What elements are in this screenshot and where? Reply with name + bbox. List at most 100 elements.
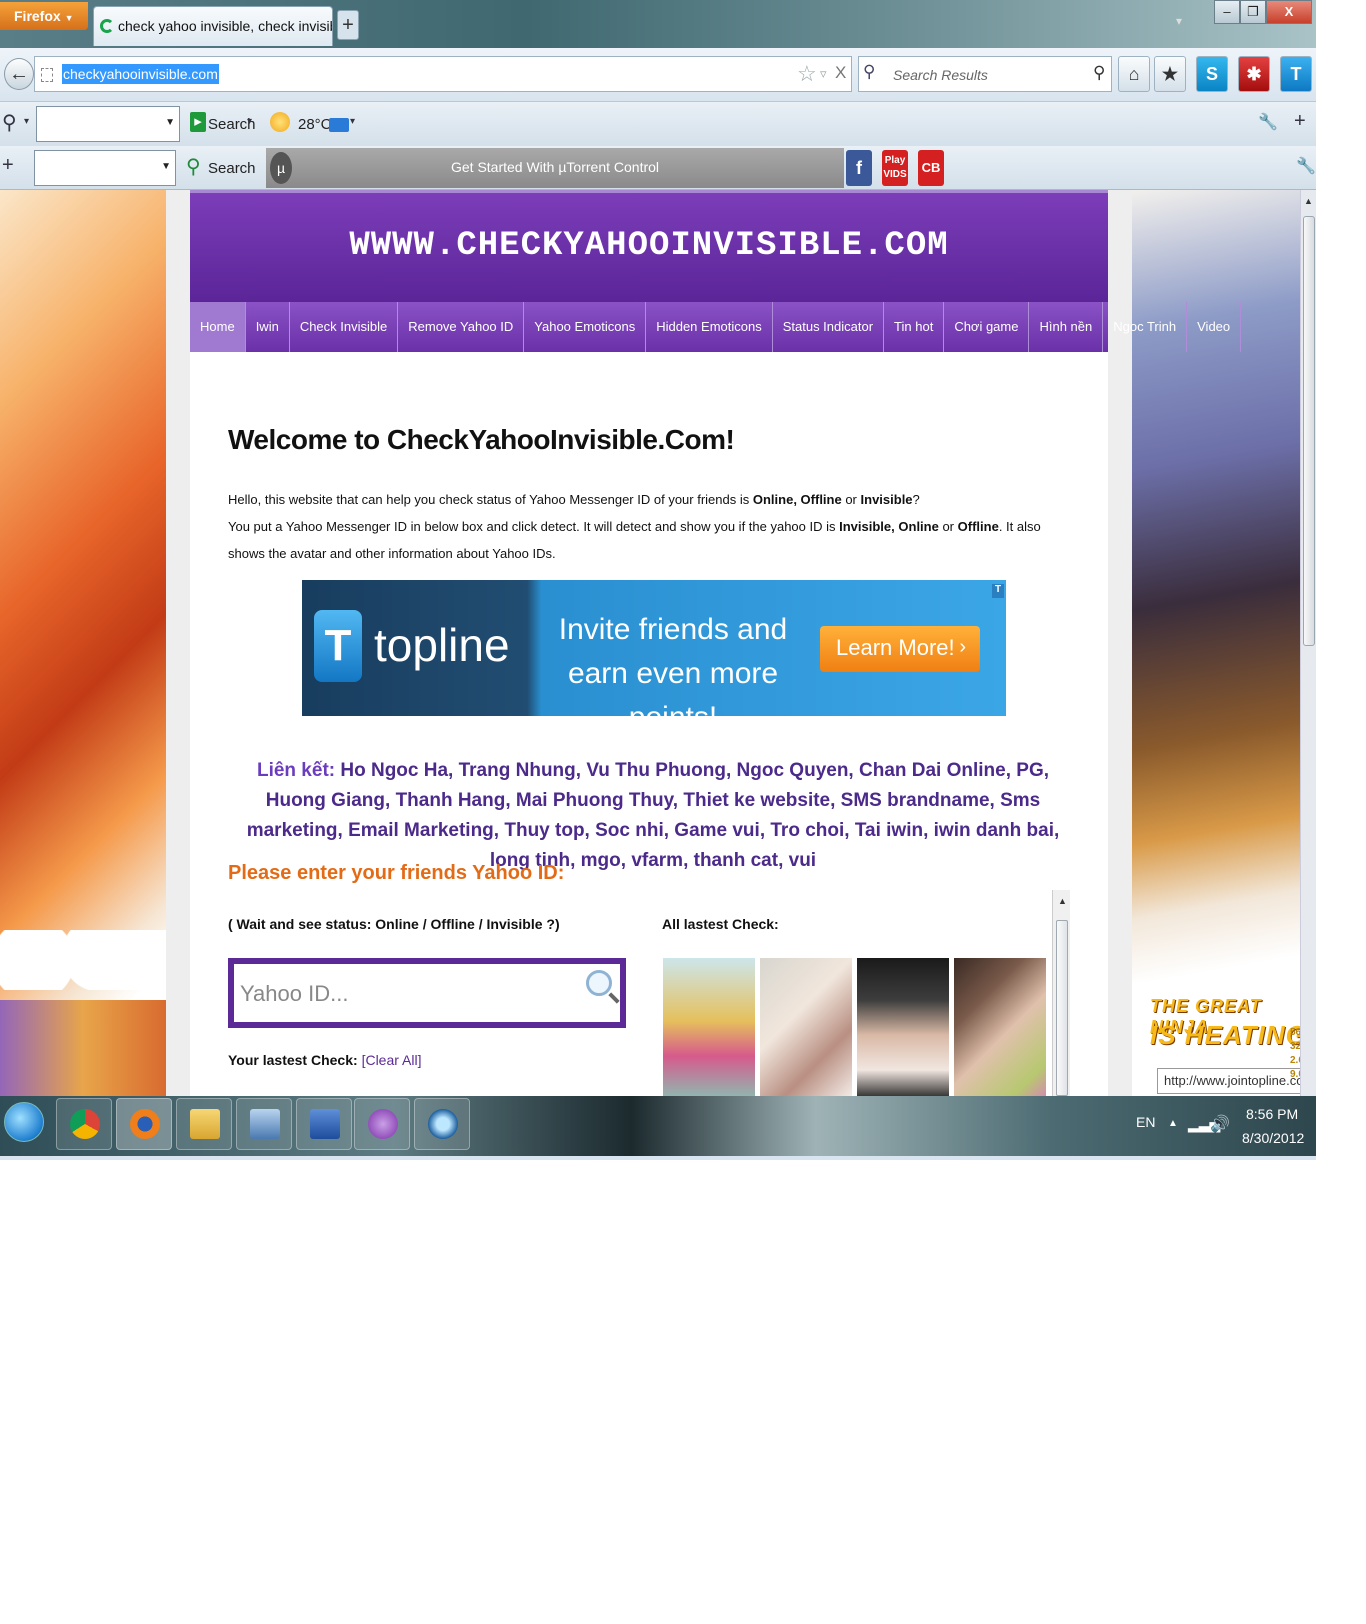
toolbar1-add-icon[interactable]: + xyxy=(1294,110,1306,133)
play-vids-icon[interactable]: Play VIDS xyxy=(882,150,908,186)
minimize-button[interactable]: – xyxy=(1214,0,1240,24)
taskbar-chrome[interactable] xyxy=(56,1098,112,1150)
nav-home[interactable]: Home xyxy=(190,302,246,352)
toolbar2-search-button[interactable]: Search xyxy=(208,160,256,177)
taskbar-remote-desktop[interactable] xyxy=(236,1098,292,1150)
latest-check-scrollbar[interactable]: ▲ xyxy=(1052,890,1070,1096)
stop-icon[interactable]: X xyxy=(835,63,846,83)
volume-icon[interactable]: 🔊 xyxy=(1210,1114,1230,1134)
search-engine-icon[interactable]: ⚲ xyxy=(863,62,875,82)
page-scrollbar[interactable]: ▲ xyxy=(1300,190,1316,1096)
yahoo-id-input[interactable] xyxy=(240,974,580,1014)
taskbar-yahoo-messenger[interactable] xyxy=(354,1098,410,1150)
avatar-thumbnail[interactable] xyxy=(663,958,755,1096)
language-indicator[interactable]: EN xyxy=(1136,1114,1155,1130)
toolbar2-add-icon[interactable]: + xyxy=(2,154,14,177)
bookmark-star-icon[interactable]: ☆ xyxy=(797,61,817,87)
utorrent-toolbar[interactable]: µ Get Started With µTorrent Control xyxy=(266,148,844,188)
folder-icon xyxy=(190,1109,220,1139)
utorrent-promo-text[interactable]: Get Started With µTorrent Control xyxy=(266,159,844,175)
facebook-icon[interactable]: f xyxy=(846,150,872,186)
nav-hinh-nen[interactable]: Hình nền xyxy=(1029,302,1104,352)
search-bar[interactable]: ⚲ Search Results ⚲ xyxy=(858,56,1112,92)
clock-time[interactable]: 8:56 PM xyxy=(1246,1106,1298,1122)
taskbar-media[interactable] xyxy=(414,1098,470,1150)
nav-hidden-emoticons[interactable]: Hidden Emoticons xyxy=(646,302,773,352)
toolbar-search-chevron-icon[interactable]: ▾ xyxy=(24,116,29,127)
nav-choi-game[interactable]: Chơi game xyxy=(944,302,1030,352)
computer-icon xyxy=(250,1109,280,1139)
clock-date[interactable]: 8/30/2012 xyxy=(1242,1130,1304,1146)
toolbar2-wrench-icon[interactable]: 🔧 xyxy=(1296,156,1316,176)
search-options-chevron-icon[interactable]: ▾ xyxy=(247,116,252,127)
yahoo-id-box[interactable] xyxy=(228,958,626,1028)
scroll-up-icon[interactable]: ▲ xyxy=(1058,896,1067,906)
scroll-up-icon[interactable]: ▲ xyxy=(1304,196,1313,206)
detect-search-icon[interactable] xyxy=(586,970,612,996)
nav-remove-yahoo-id[interactable]: Remove Yahoo ID xyxy=(398,302,525,352)
mail-chevron-icon[interactable]: ▾ xyxy=(350,116,355,127)
left-skin-clouds xyxy=(0,930,166,990)
new-tab-button[interactable]: + xyxy=(337,10,359,40)
red-addon-button[interactable]: ✱ xyxy=(1238,56,1270,92)
bookmarks-button[interactable]: ★ xyxy=(1154,56,1186,92)
history-dropdown-icon[interactable]: ▿ xyxy=(820,66,827,82)
left-skin-characters[interactable] xyxy=(0,1000,166,1096)
nav-video[interactable]: Video xyxy=(1187,302,1242,352)
your-latest-check: Your lastest Check: [Clear All] xyxy=(228,1052,421,1068)
back-button[interactable]: ← xyxy=(4,58,34,90)
links-list[interactable]: Ho Ngoc Ha, Trang Nhung, Vu Thu Phuong, … xyxy=(247,760,1060,871)
ninja-ad-title-line2[interactable]: IS HEATING xyxy=(1150,1020,1307,1051)
word-icon xyxy=(310,1109,340,1139)
scroll-thumb[interactable] xyxy=(1056,920,1068,1096)
taskbar-word[interactable] xyxy=(296,1098,352,1150)
tab-active[interactable]: check yahoo invisible, check invisible, … xyxy=(93,6,333,46)
cb-icon[interactable]: CB xyxy=(918,150,944,186)
firefox-menu-button[interactable]: Firefox ▼ xyxy=(0,2,88,30)
clear-all-link[interactable]: [Clear All] xyxy=(362,1052,422,1068)
topline-ad-banner[interactable]: T topline Invite friends and earn even m… xyxy=(302,580,1006,734)
avatar-thumbnail[interactable] xyxy=(760,958,852,1096)
scroll-thumb[interactable] xyxy=(1303,216,1315,646)
nav-ngoc-trinh[interactable]: Ngoc Trinh xyxy=(1103,302,1188,352)
taskbar-firefox[interactable] xyxy=(116,1098,172,1150)
learn-more-button[interactable]: Learn More! › xyxy=(820,626,980,672)
taskbar: EN ▲ ▂▃▅ 🔊 8:56 PM 8/30/2012 xyxy=(0,1096,1316,1156)
mail-icon[interactable] xyxy=(329,118,349,132)
search-go-icon[interactable]: ⚲ xyxy=(1093,63,1105,83)
site-identity-icon[interactable] xyxy=(41,68,53,82)
avatar-thumbnail[interactable] xyxy=(954,958,1046,1096)
url-text[interactable]: checkyahooinvisible.com xyxy=(62,64,219,84)
toolbar-search-icon[interactable]: ⚲ xyxy=(2,110,17,135)
toolbar2-search-icon[interactable]: ⚲ xyxy=(186,154,201,179)
avatar-thumbnail[interactable] xyxy=(857,958,949,1096)
topline-addon-button[interactable]: T xyxy=(1280,56,1312,92)
intro-offline: Offline xyxy=(957,519,999,534)
nav-check-invisible[interactable]: Check Invisible xyxy=(290,302,399,352)
nav-iwin[interactable]: Iwin xyxy=(246,302,290,352)
weather-sun-icon[interactable] xyxy=(270,112,290,132)
url-bar[interactable]: checkyahooinvisible.com ☆ ▿ X xyxy=(34,56,852,92)
nav-status-indicator[interactable]: Status Indicator xyxy=(773,302,885,352)
weather-temperature[interactable]: 28°C xyxy=(298,116,332,133)
nav-tin-hot[interactable]: Tin hot xyxy=(884,302,945,352)
toolbar2-search-field[interactable]: ▼ xyxy=(34,150,176,186)
tab-list-chevron-icon[interactable]: ▾ xyxy=(1176,14,1182,28)
toolbar1-search-field[interactable]: ▼ xyxy=(36,106,180,142)
toolbar1-wrench-icon[interactable]: 🔧 xyxy=(1258,112,1278,132)
start-button[interactable] xyxy=(4,1102,44,1142)
intro-end: ? xyxy=(912,492,920,507)
nav-yahoo-emoticons[interactable]: Yahoo Emoticons xyxy=(524,302,647,352)
close-window-button[interactable]: X xyxy=(1266,0,1312,24)
site-content: WWWW.CHECKYAHOOINVISIBLE.COM Home Iwin C… xyxy=(190,190,1242,1096)
home-button[interactable]: ⌂ xyxy=(1118,56,1150,92)
intro-online: Online xyxy=(752,492,794,507)
intro-text-segment: Hello, this website that can help you ch… xyxy=(228,492,753,507)
site-title[interactable]: WWWW.CHECKYAHOOINVISIBLE.COM xyxy=(190,227,1108,265)
maximize-button[interactable]: ❐ xyxy=(1240,0,1266,24)
taskbar-explorer[interactable] xyxy=(176,1098,232,1150)
ad-choices-icon[interactable]: T xyxy=(992,584,1004,598)
green-search-icon[interactable]: ▸ xyxy=(190,112,206,132)
skype-addon-button[interactable]: S xyxy=(1196,56,1228,92)
tray-expand-icon[interactable]: ▲ xyxy=(1168,1118,1178,1129)
